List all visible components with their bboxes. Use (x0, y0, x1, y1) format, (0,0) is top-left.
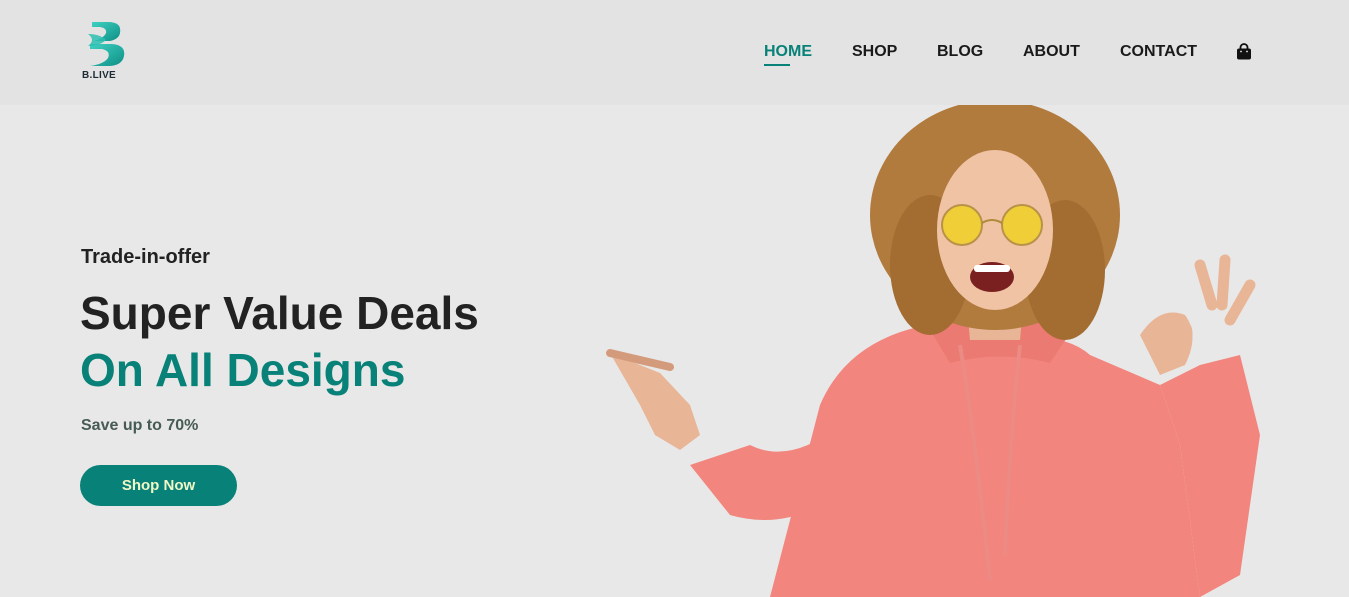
nav-contact[interactable]: CONTACT (1120, 43, 1197, 61)
logo-mark-icon (88, 22, 125, 66)
site-header: B.LIVE HOME SHOP BLOG ABOUT CONTACT (0, 0, 1349, 105)
hero-headline-primary: Super Value Deals (80, 287, 479, 339)
nav-home[interactable]: HOME (764, 43, 812, 61)
nav-blog[interactable]: BLOG (937, 43, 983, 61)
hero-subtext: Save up to 70% (81, 417, 199, 434)
shop-now-button[interactable]: Shop Now (80, 465, 237, 506)
nav-shop[interactable]: SHOP (852, 43, 897, 61)
model-image (606, 105, 1260, 597)
hero-tagline: Trade-in-offer (81, 246, 210, 268)
active-nav-indicator (764, 64, 790, 66)
logo-text: B.LIVE (82, 70, 117, 81)
nav-about[interactable]: ABOUT (1023, 43, 1080, 61)
hero-headline-accent: On All Designs (80, 344, 406, 396)
brand-logo[interactable]: B.LIVE (82, 20, 134, 82)
shopping-bag-icon[interactable] (1236, 43, 1252, 60)
